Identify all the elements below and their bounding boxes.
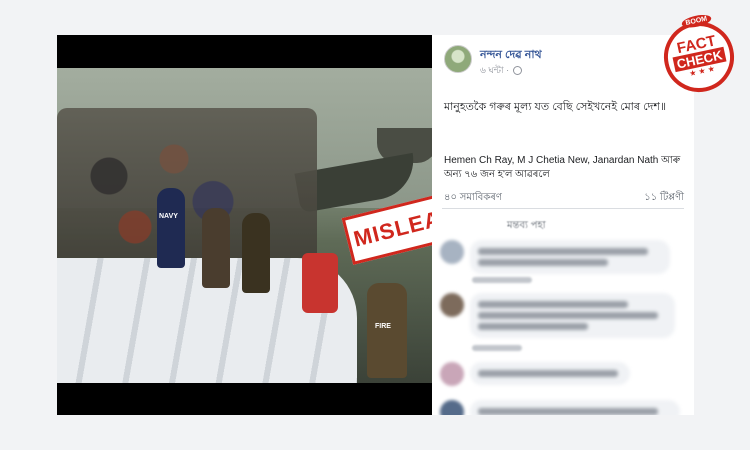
comments-count[interactable]: ১১ টিপ্পণী — [644, 190, 684, 207]
fire-vest-text: FIRE — [375, 323, 391, 330]
reactions-count[interactable]: ৪০ সমাবিকৰণ — [444, 190, 502, 207]
comment-bubble — [470, 293, 675, 338]
post-stats: ৪০ সমাবিকৰণ ১১ টিপ্পণী — [444, 190, 684, 207]
author-avatar[interactable] — [444, 45, 472, 73]
post-time[interactable]: ৬ ঘন্টা · — [480, 63, 509, 78]
comment-bubble — [470, 240, 670, 274]
red-vest — [302, 253, 338, 313]
comment-actions — [472, 345, 522, 351]
crowd — [57, 108, 317, 278]
comment-item — [440, 293, 692, 343]
tagged-people[interactable]: Hemen Ch Ray, M J Chetia New, Janardan N… — [444, 154, 689, 182]
commenter-avatar — [440, 362, 464, 386]
facebook-post: নন্দন দেৱ নাথ ৬ ঘন্টা · মানুহতকৈ গৰুৰ মূ… — [432, 35, 694, 415]
boom-logo: BOOM — [680, 12, 713, 30]
rescuer-figure: FIRE — [367, 283, 407, 378]
comment-bubble — [470, 400, 680, 415]
rescuer-figure — [242, 213, 270, 293]
commenter-avatar — [440, 240, 464, 264]
comment-item — [440, 400, 692, 415]
post-text: মানুহতকৈ গৰুৰ মূল্য যত বেছি সেইখনেই মোৰ … — [444, 101, 667, 113]
navy-jacket-text: NAVY — [159, 213, 178, 220]
globe-icon — [513, 66, 523, 75]
rescuer-figure — [202, 208, 230, 288]
commenter-avatar — [440, 293, 464, 317]
comment-item — [440, 362, 692, 392]
divider — [442, 208, 684, 209]
post-meta: ৬ ঘন্টা · — [480, 63, 523, 78]
rescuer-figure: NAVY — [157, 188, 185, 268]
comment-bubble — [470, 362, 630, 385]
comment-filter[interactable]: মন্তব্য পহা — [507, 218, 546, 235]
comment-actions — [472, 277, 532, 283]
commenter-avatar — [440, 400, 464, 415]
